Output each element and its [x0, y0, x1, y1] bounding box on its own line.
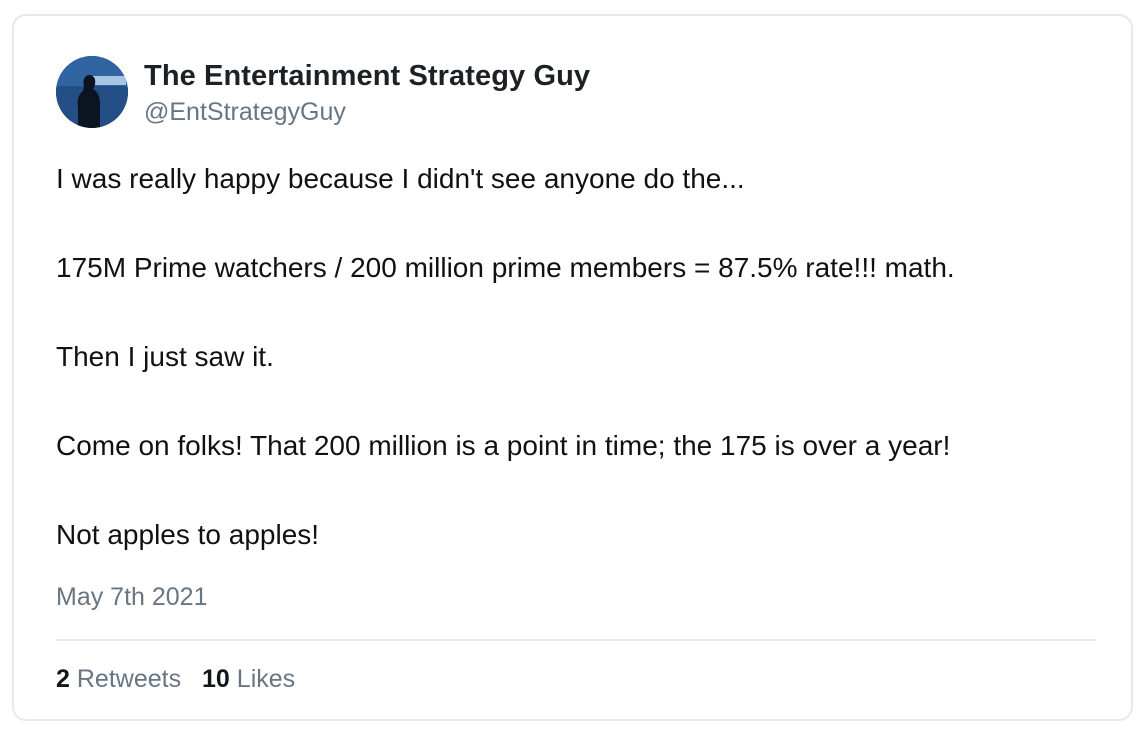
tweet-stats: 2 Retweets 10 Likes: [56, 663, 309, 695]
divider: [56, 639, 1096, 641]
retweets-count: 2: [56, 665, 70, 693]
author-handle[interactable]: @EntStrategyGuy: [144, 96, 590, 128]
likes-stat[interactable]: 10 Likes: [202, 663, 295, 695]
avatar-image: [56, 56, 128, 128]
tweet-paragraph: I was really happy because I didn't see …: [56, 163, 745, 194]
avatar[interactable]: [56, 56, 128, 128]
retweets-stat[interactable]: 2 Retweets: [56, 663, 181, 695]
likes-label: Likes: [236, 665, 296, 693]
author-names: The Entertainment Strategy Guy @EntStrat…: [144, 58, 590, 128]
author-display-name[interactable]: The Entertainment Strategy Guy: [144, 58, 590, 94]
tweet-paragraph: Come on folks! That 200 million is a poi…: [56, 430, 951, 461]
tweet-card: The Entertainment Strategy Guy @EntStrat…: [12, 14, 1133, 721]
tweet-paragraph: Not apples to apples!: [56, 519, 320, 550]
retweets-label: Retweets: [76, 665, 182, 693]
tweet-paragraph: Then I just saw it.: [56, 341, 274, 372]
tweet-text: I was really happy because I didn't see …: [56, 161, 1106, 553]
tweet-paragraph: 175M Prime watchers / 200 million prime …: [56, 252, 955, 283]
likes-count: 10: [202, 665, 230, 693]
tweet-date[interactable]: May 7th 2021: [56, 581, 208, 613]
